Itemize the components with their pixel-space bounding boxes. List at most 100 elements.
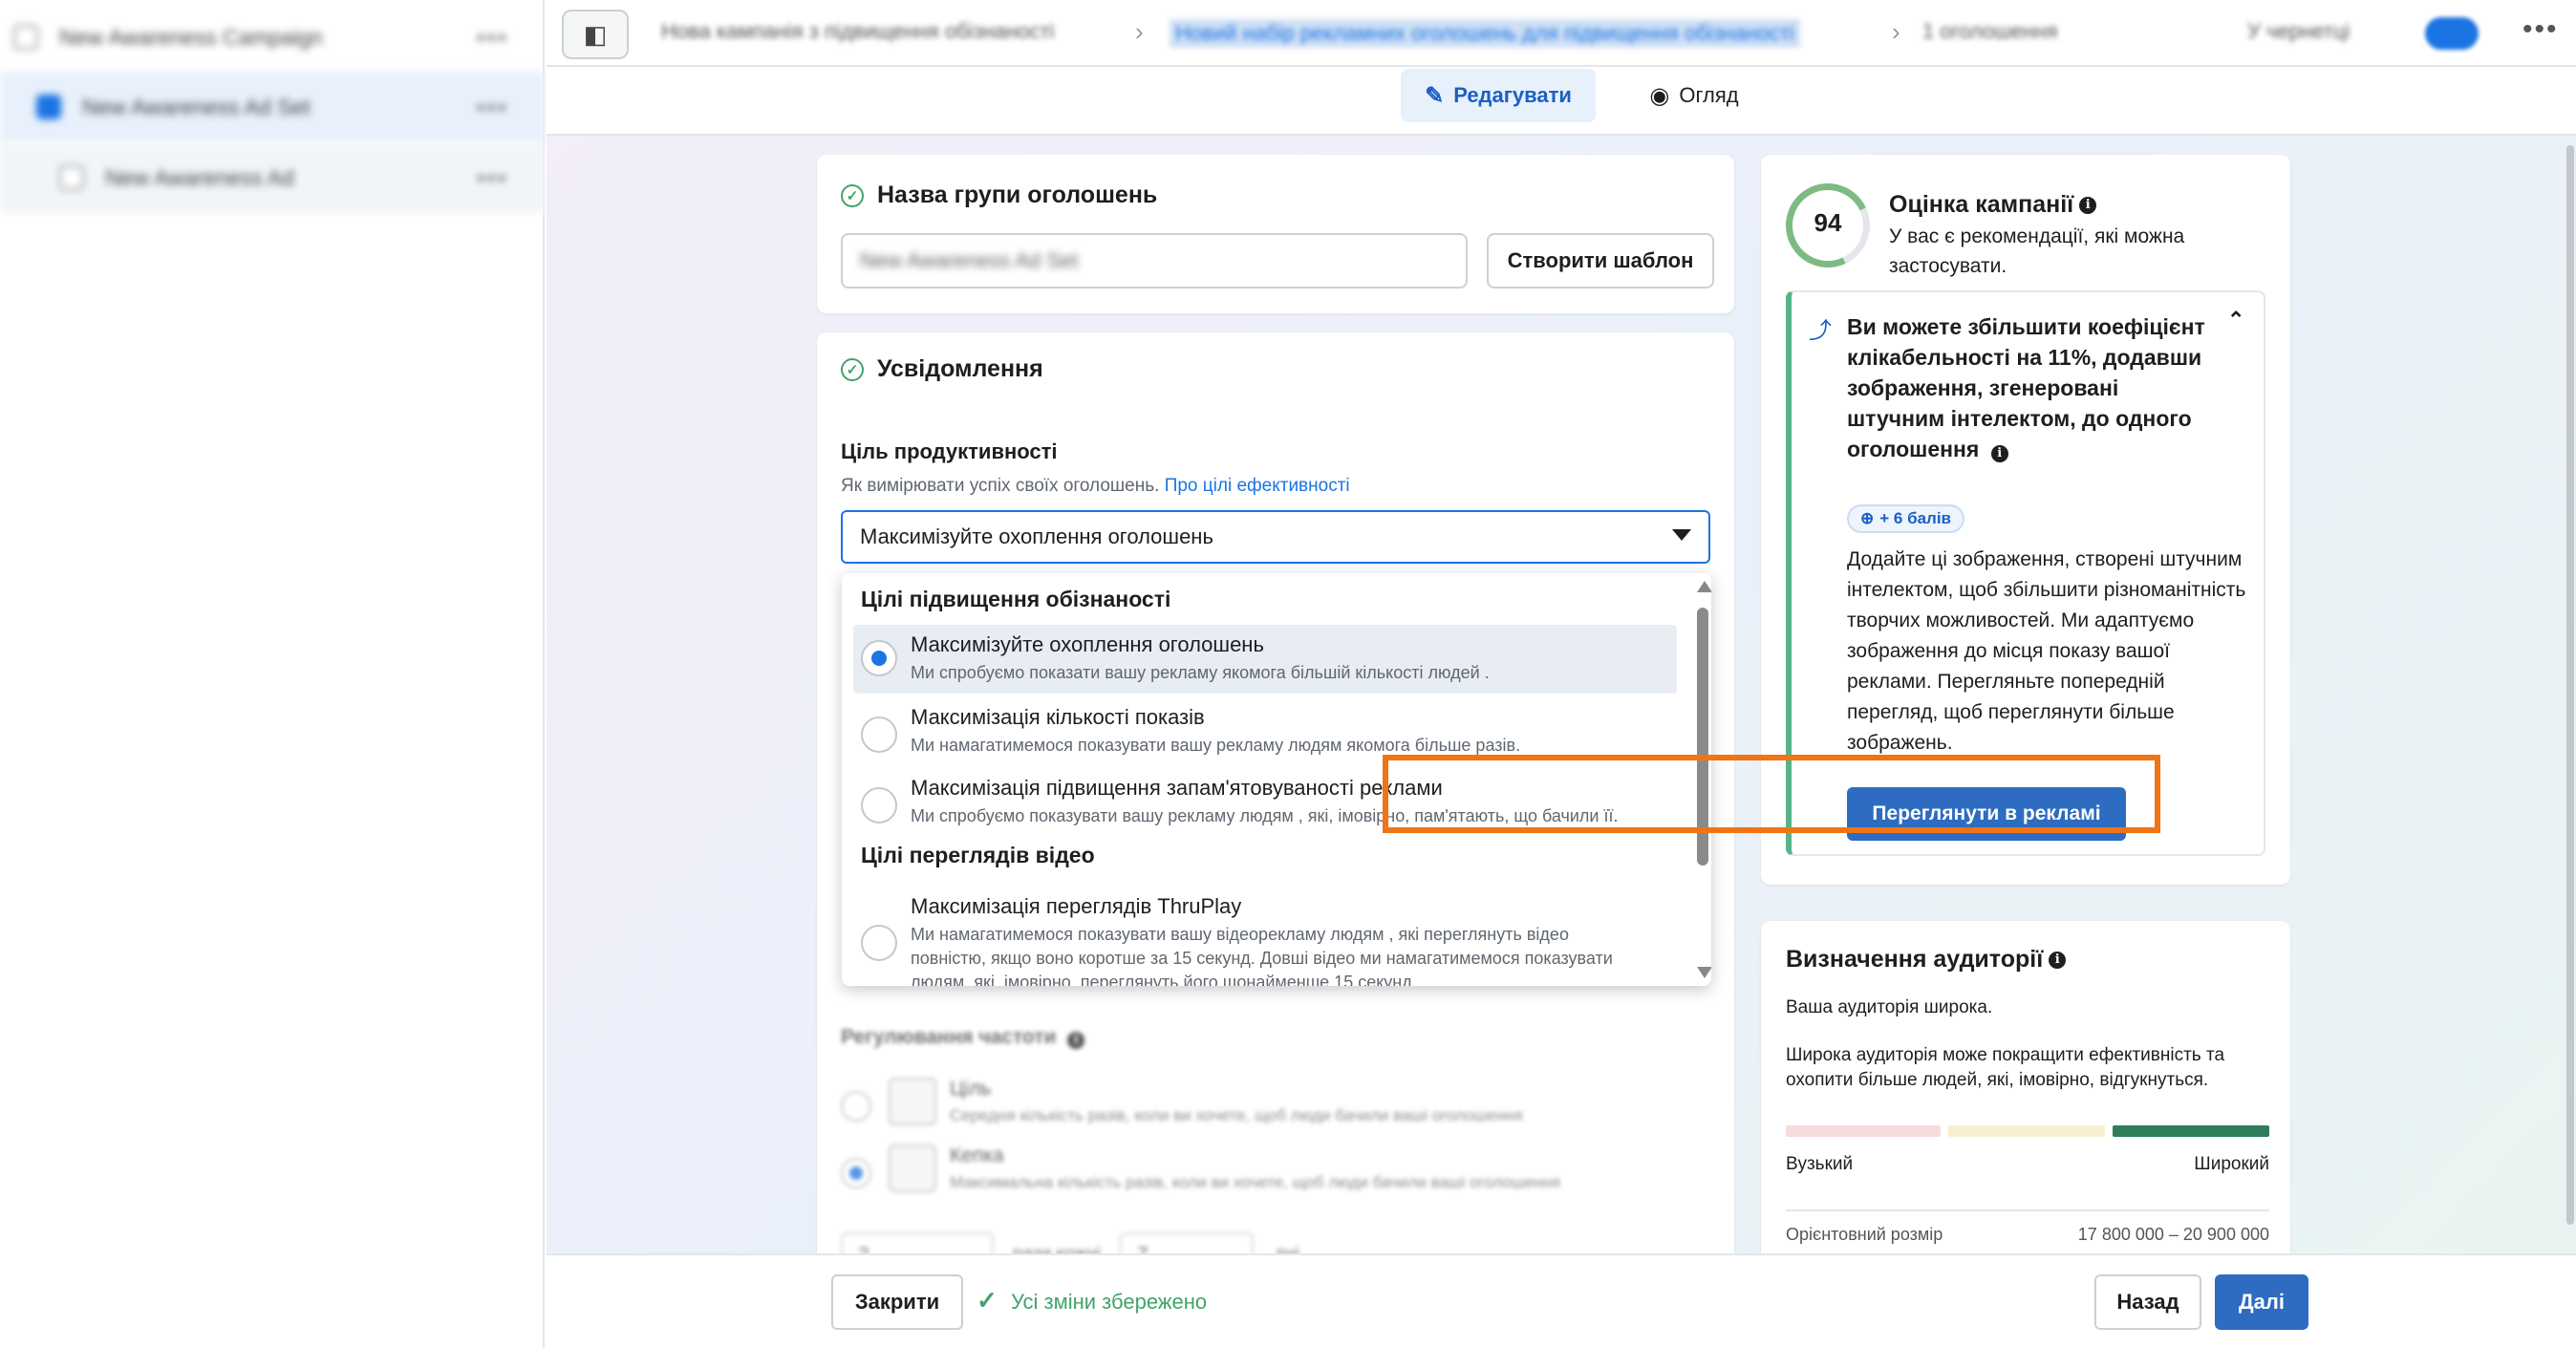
- radio-button[interactable]: [841, 1091, 871, 1122]
- points-badge: ⊕ + 6 балів: [1847, 504, 1965, 533]
- tab-edit[interactable]: ✎ Редагувати: [1401, 69, 1596, 122]
- adset-name-card: ✓ Назва групи оголошень New Awareness Ad…: [817, 155, 1734, 313]
- more-options-icon[interactable]: •••: [477, 23, 508, 53]
- option-desc-line: повністю, якщо воно коротше за 15 секунд…: [911, 949, 1613, 968]
- breadcrumb-ad[interactable]: 1 оголошення: [1922, 19, 2057, 44]
- chevron-up-icon[interactable]: ⌃: [2227, 308, 2244, 332]
- performance-goal-help: Як вимірювати успіх своїх оголошень. Про…: [841, 476, 1350, 497]
- back-button[interactable]: Назад: [2094, 1274, 2201, 1330]
- recommendation-title-text: Ви можете збільшити коефіцієнт клікабель…: [1847, 314, 2205, 461]
- dropdown-option-reach[interactable]: Максимізуйте охоплення оголошень Ми спро…: [853, 625, 1677, 694]
- publish-toggle[interactable]: [2425, 17, 2479, 50]
- tree-item-campaign[interactable]: New Awareness Campaign •••: [0, 2, 545, 73]
- scroll-down-arrow-icon[interactable]: [1697, 967, 1711, 978]
- checkmark-icon: ✓: [977, 1286, 998, 1315]
- page-scrollbar[interactable]: [2565, 136, 2576, 1253]
- info-icon[interactable]: i: [1990, 445, 2008, 462]
- section-title: ✓ Назва групи оголошень: [841, 182, 1157, 209]
- audience-gauge-wide: [2113, 1125, 2269, 1137]
- section-title-text: Усвідомлення: [877, 355, 1043, 382]
- saved-status: Усі зміни збережено: [1011, 1290, 1208, 1314]
- tree-item-ad[interactable]: New Awareness Ad •••: [0, 142, 545, 213]
- info-icon[interactable]: i: [2079, 196, 2097, 214]
- dropdown-group-video: Цілі переглядів відео: [861, 843, 1095, 867]
- frequency-title: Регулювання частоти i: [841, 1026, 1085, 1049]
- option-desc: Ми намагатимемося показувати вашу відеор…: [911, 923, 1613, 986]
- chevron-right-icon: ›: [1135, 17, 1144, 46]
- more-options-icon[interactable]: •••: [477, 163, 508, 193]
- arrow-up-circle-icon: ⊕: [1860, 509, 1875, 527]
- estimate-label: Орієнтовний розмір: [1786, 1225, 1943, 1244]
- tree-item-adset[interactable]: New Awareness Ad Set •••: [0, 72, 545, 142]
- adset-grid-icon: [36, 95, 61, 119]
- eye-icon: ◉: [1649, 82, 1670, 109]
- option-title: Максимізація кількості показів: [911, 705, 1205, 729]
- points-badge-text: + 6 балів: [1879, 509, 1952, 527]
- audience-title: Визначення аудиторії i: [1786, 946, 2067, 974]
- dropdown-option-thruplay[interactable]: Максимізація переглядів ThruPlay Ми нама…: [853, 887, 1677, 986]
- caret-down-icon: [1672, 529, 1691, 541]
- radio-button[interactable]: [861, 787, 897, 824]
- frequency-chart-icon: [889, 1145, 936, 1192]
- tree-item-label: New Awareness Campaign: [59, 24, 323, 50]
- performance-goal-select[interactable]: Максимізуйте охоплення оголошень: [841, 510, 1710, 564]
- option-title: Ціль: [950, 1078, 992, 1100]
- info-icon[interactable]: i: [2049, 951, 2067, 969]
- performance-goals-link[interactable]: Про цілі ефективності: [1165, 476, 1350, 496]
- more-options-icon[interactable]: •••: [2522, 13, 2559, 46]
- radio-button[interactable]: [861, 925, 897, 961]
- next-button[interactable]: Далі: [2215, 1274, 2308, 1330]
- frequency-days-stepper[interactable]: 7: [1120, 1232, 1254, 1253]
- mode-tabs-bar: ✎ Редагувати ◉ Огляд: [547, 67, 2576, 136]
- tab-review[interactable]: ◉ Огляд: [1613, 69, 1775, 122]
- option-desc: Ми спробуємо показати вашу рекламу якомо…: [911, 663, 1490, 682]
- estimated-size-row: Орієнтовний розмір 17 800 000 – 20 900 0…: [1786, 1209, 2269, 1248]
- tree-item-label: New Awareness Ad Set: [82, 94, 311, 119]
- frequency-chart-icon: [889, 1078, 936, 1125]
- option-title: Кепка: [950, 1145, 1004, 1166]
- campaign-tree-sidebar: New Awareness Campaign ••• New Awareness…: [0, 0, 545, 1348]
- tab-edit-label: Редагувати: [1453, 83, 1572, 107]
- score-subtitle: У вас є рекомендації, які можна застосув…: [1889, 225, 2185, 277]
- recommendation-title: Ви можете збільшити коефіцієнт клікабель…: [1847, 311, 2220, 464]
- top-breadcrumb-bar: ◧ Нова кампанія з підвищення обізнаності…: [547, 0, 2576, 67]
- frequency-option-cap[interactable]: Кепка Максимальна кількість разів, коли …: [841, 1145, 1701, 1211]
- create-template-button[interactable]: Створити шаблон: [1487, 233, 1714, 289]
- option-title: Максимізація переглядів ThruPlay: [911, 894, 1242, 918]
- more-options-icon[interactable]: •••: [477, 93, 508, 122]
- radio-button[interactable]: [861, 640, 897, 676]
- section-title: ✓ Усвідомлення: [841, 355, 1043, 383]
- help-text: Як вимірювати успіх своїх оголошень.: [841, 476, 1160, 496]
- info-icon: i: [1067, 1032, 1085, 1049]
- option-desc: Середня кількість разів, коли ви хочете,…: [950, 1106, 1523, 1124]
- frequency-times-stepper[interactable]: 2: [841, 1232, 994, 1253]
- radio-button[interactable]: [861, 717, 897, 753]
- score-title: Оцінка кампанії i: [1889, 191, 2097, 219]
- breadcrumb-campaign[interactable]: Нова кампанія з підвищення обізнаності: [661, 19, 1054, 44]
- scrollbar-thumb[interactable]: [2566, 145, 2574, 1225]
- score-title-text: Оцінка кампанії: [1889, 191, 2074, 218]
- option-desc: Максимальна кількість разів, коли ви хоч…: [950, 1173, 1560, 1191]
- audience-description: Широка аудиторія може покращити ефективн…: [1786, 1045, 2225, 1090]
- performance-goal-label: Ціль продуктивності: [841, 439, 1058, 463]
- option-desc-line: Ми намагатимемося показувати вашу відеор…: [911, 925, 1569, 944]
- score-value: 94: [1814, 208, 1842, 237]
- editor-canvas: ✓ Назва групи оголошень New Awareness Ad…: [547, 136, 2576, 1253]
- pencil-icon: ✎: [1425, 82, 1445, 109]
- frequency-option-target[interactable]: Ціль Середня кількість разів, коли ви хо…: [841, 1078, 1701, 1145]
- radio-button[interactable]: [841, 1158, 871, 1188]
- check-circle-icon: ✓: [841, 357, 864, 381]
- recommendation-body: Додайте ці зображення, створені штучним …: [1847, 548, 2246, 754]
- days-label: дні: [1275, 1244, 1299, 1253]
- frequency-title-text: Регулювання частоти: [841, 1026, 1057, 1048]
- sidebar-toggle-button[interactable]: ◧: [562, 10, 629, 59]
- adset-name-value: New Awareness Ad Set: [860, 248, 1079, 272]
- option-title: Максимізуйте охоплення оголошень: [911, 632, 1264, 656]
- breadcrumb-adset[interactable]: Новий набір рекламних оголошень для підв…: [1170, 19, 1800, 48]
- adset-name-input[interactable]: New Awareness Ad Set: [841, 233, 1468, 289]
- scroll-up-arrow-icon[interactable]: [1697, 581, 1711, 592]
- ad-icon: [59, 165, 84, 190]
- times-label: рази кожні: [1013, 1244, 1101, 1253]
- draft-status: У чернетці: [2247, 19, 2351, 43]
- close-button[interactable]: Закрити: [831, 1274, 963, 1330]
